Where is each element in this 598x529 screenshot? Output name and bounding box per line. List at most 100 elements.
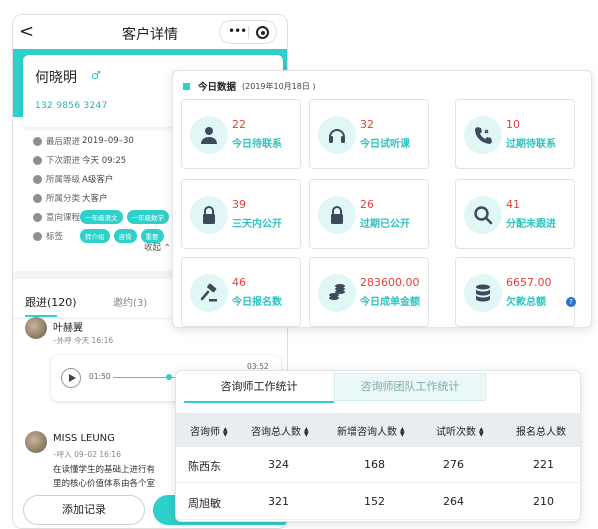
audio-progress-knob[interactable] [166,374,172,380]
info-value: 今天 09:25 [82,156,127,166]
mini-program-capsule: ••• [219,20,277,44]
audio-current-time: 01:50 [89,372,111,381]
table-row[interactable]: 陈西东 324 168 276 221 [176,447,580,483]
play-icon[interactable] [61,368,81,388]
info-label: 标签 [46,232,64,242]
stat-label: 过期已公开 [360,219,410,230]
stat-card[interactable]: 22 今日待联系 [181,99,301,169]
tab-active-indicator [25,315,57,317]
info-label: 意向课程 [46,213,81,223]
info-value: A级客户 [82,175,114,185]
lock-icon [190,196,228,234]
stat-value: 22 [232,118,246,131]
stat-card[interactable]: 10 过期待联系 [455,99,575,169]
table-cell: 321 [268,495,289,508]
tab-consultant-stats[interactable]: 咨询师工作统计 [184,373,334,403]
record-meta: –外呼 今天 16:16 [53,336,114,345]
column-header[interactable]: 新增咨询人数 ▲ ▼ [337,423,405,439]
stat-card[interactable]: 41 分配未跟进 [455,179,575,249]
tab-follow[interactable]: 跟进(120) [25,294,77,310]
stat-card[interactable]: 32 今日试听课 [309,99,429,169]
gavel-icon [190,274,228,312]
book-icon [33,212,42,222]
stat-card[interactable]: 39 三天内公开 [181,179,301,249]
sort-icon: ▲ ▼ [479,426,484,438]
info-value: 2019–09–30 [82,136,134,146]
user-icon [190,116,228,154]
column-header[interactable]: 咨询总人数 ▲ ▼ [251,423,309,439]
stat-card[interactable]: 6657.00 欠款总额 ? [455,257,576,327]
tag-icon [33,231,42,241]
stat-value: 283600.00 [360,276,420,289]
tag-pill: 转介绍 [80,229,110,243]
close-target-icon[interactable] [256,26,269,39]
info-label: 下次跟进 [46,156,81,166]
tab-team-stats[interactable]: 咨询师团队工作统计 [334,373,486,401]
headphones-icon [318,116,356,154]
stat-value: 41 [506,198,520,211]
table-cell: 168 [364,458,385,471]
medal-icon [33,174,42,184]
database-icon [464,274,502,312]
stat-label: 今日试听课 [360,139,410,150]
capsule-divider [248,26,249,39]
table-cell: 324 [268,458,289,471]
stat-value: 32 [360,118,374,131]
today-header: 今日数据 (2019年10月18日 ) [183,79,316,93]
stat-label: 分配未跟进 [506,219,556,230]
sort-icon: ▲ ▼ [304,426,309,438]
tab-invite[interactable]: 邀约(3) [113,294,147,309]
stat-label: 三天内公开 [232,219,282,230]
column-header[interactable]: 报名总人数 [516,423,566,438]
avatar [25,431,47,453]
today-date: (2019年10月18日 ) [242,81,316,91]
collapse-toggle[interactable]: 收起 ⌃ [144,241,171,253]
info-value: 大客户 [82,194,108,204]
sort-icon: ▲ ▼ [223,426,228,438]
user-group-icon [33,193,42,203]
clock-icon [33,136,42,146]
record-author: 叶赫翼 [53,323,83,334]
table-cell: 210 [533,495,554,508]
tag-pill: 咨询 [113,229,137,243]
consultant-stats-panel: 咨询师工作统计 咨询师团队工作统计 咨询师 ▲ ▼ 咨询总人数 ▲ ▼ 新增咨询人数 ▲ ▼… [175,370,581,522]
customer-name: 何晓明 [35,70,77,86]
course-tag: 一年级语文 [80,210,123,224]
stat-label: 今日报名数 [232,297,282,308]
column-header[interactable]: 咨询师 ▲ ▼ [190,423,228,439]
info-label: 所属等级 [46,175,81,185]
coins-icon [318,274,356,312]
add-record-button[interactable]: 添加记录 [23,495,145,525]
stat-value: 26 [360,198,374,211]
stat-card[interactable]: 283600.00 今日成单金额 [309,257,429,327]
stat-label: 过期待联系 [506,139,556,150]
table-row[interactable]: 周旭敏 321 152 264 210 [176,484,580,520]
lock-icon [318,196,356,234]
column-header[interactable]: 试听次数 ▲ ▼ [436,423,484,439]
stat-label: 欠款总额 [506,297,546,308]
table-cell: 陈西东 [188,460,221,473]
help-icon[interactable]: ? [566,297,576,307]
record-meta: –呼入 09–02 16:16 [53,450,121,459]
info-label: 所属分类 [46,194,81,204]
nav-bar: < 客户详情 ••• [13,15,287,49]
stat-value: 46 [232,276,246,289]
stat-card[interactable]: 46 今日报名数 [181,257,301,327]
customer-phone[interactable]: 132 9856 3247 [35,101,108,111]
stat-card[interactable]: 26 过期已公开 [309,179,429,249]
table-cell: 276 [443,458,464,471]
stat-label: 今日待联系 [232,139,282,150]
table-header: 咨询师 ▲ ▼ 咨询总人数 ▲ ▼ 新增咨询人数 ▲ ▼ 试听次数 ▲ ▼ 报名总人数 [176,413,580,447]
stat-value: 6657.00 [506,276,552,289]
more-menu-icon[interactable]: ••• [228,24,247,38]
info-label: 最后跟进 [46,137,81,147]
sort-icon: ▲ ▼ [400,426,405,438]
section-marker [183,82,190,90]
stat-value: 39 [232,198,246,211]
table-cell: 221 [533,458,554,471]
stat-label: 今日成单金额 [360,297,420,308]
table-cell: 264 [443,495,464,508]
search-icon [464,196,502,234]
male-icon: ♂ [91,69,101,82]
table-cell: 周旭敏 [188,497,221,510]
